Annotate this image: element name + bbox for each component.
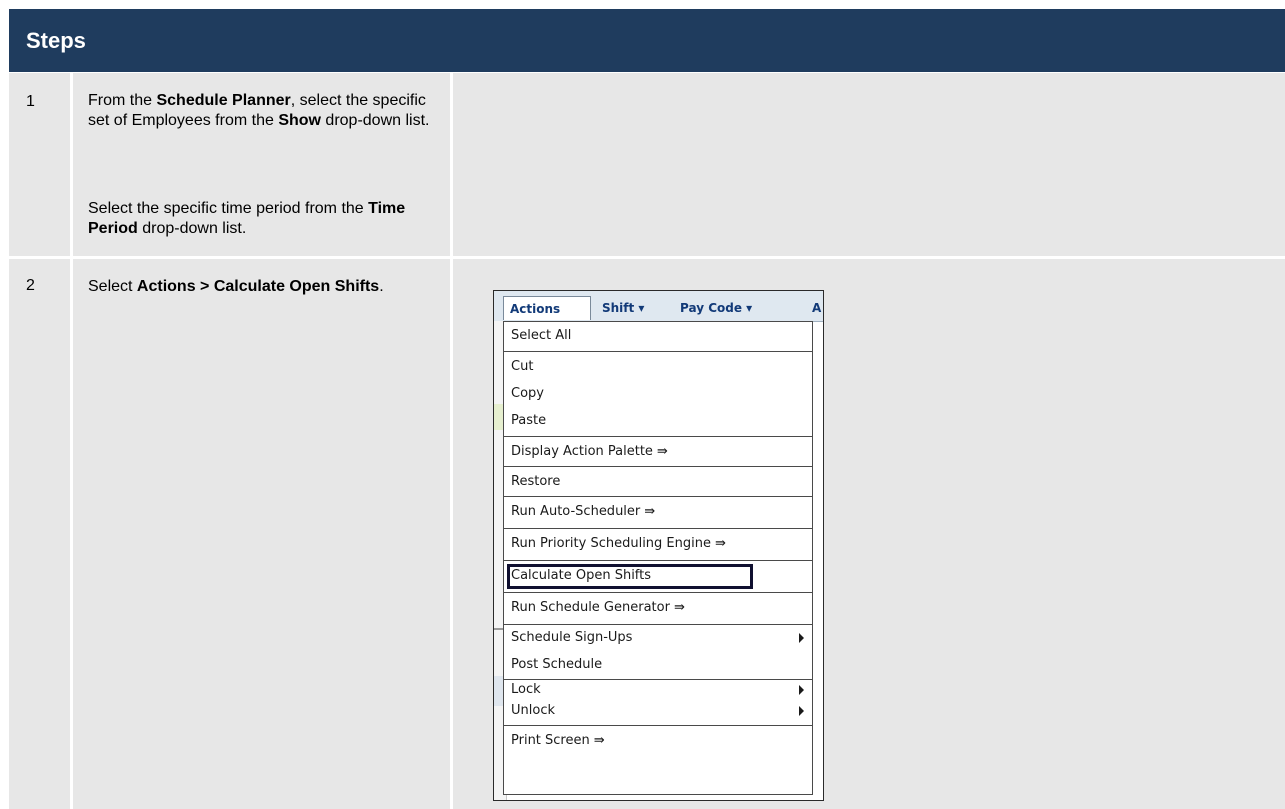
- body-text: .: [379, 278, 384, 295]
- body-text: Select: [88, 278, 137, 295]
- steps-table: Steps 1 From the Schedule Planner, selec…: [9, 9, 1285, 809]
- menu-separator: [504, 466, 812, 467]
- menu-item-copy[interactable]: Copy: [504, 380, 812, 408]
- menu-separator: [504, 560, 812, 561]
- menu-separator: [504, 351, 812, 352]
- menu-separator: [504, 725, 812, 726]
- menu-item-restore[interactable]: Restore: [504, 468, 812, 496]
- menu-item-cut[interactable]: Cut: [504, 353, 812, 381]
- menu-item-select-all[interactable]: Select All: [504, 322, 812, 350]
- steps-header-title: Steps: [26, 28, 86, 53]
- step-2-number-cell: 2: [9, 259, 70, 809]
- menu-item-run-schedule-generator[interactable]: Run Schedule Generator ⇛: [504, 594, 812, 622]
- actions-dropdown: Select All Cut Copy Paste Display Action…: [503, 321, 813, 795]
- menu-item-lock-label: Lock: [511, 682, 541, 697]
- menu-item-run-auto-scheduler[interactable]: Run Auto-Scheduler ⇛: [504, 498, 812, 526]
- body-text: From the: [88, 92, 157, 109]
- menu-item-calculate-open-shifts[interactable]: Calculate Open Shifts: [504, 562, 812, 590]
- step-1-number-cell: 1: [9, 73, 70, 256]
- step-2-text-cell: Select Actions > Calculate Open Shifts.: [73, 259, 450, 809]
- step-1-paragraph-2: Select the specific time period from the…: [88, 199, 438, 239]
- actions-menu-screenshot: Actions Shift ▾ Pay Code ▾ A Select All …: [493, 290, 824, 801]
- menu-item-unlock-label: Unlock: [511, 703, 555, 718]
- tab-actions[interactable]: Actions: [503, 296, 591, 320]
- menu-separator: [504, 592, 812, 593]
- submenu-arrow-icon: [799, 706, 804, 716]
- highlight-box: [507, 564, 753, 589]
- menu-item-run-priority-scheduling-engine[interactable]: Run Priority Scheduling Engine ⇛: [504, 530, 812, 558]
- menu-item-paste[interactable]: Paste: [504, 407, 812, 435]
- tab-truncated[interactable]: A: [812, 296, 821, 320]
- submenu-arrow-icon: [799, 633, 804, 643]
- menu-item-schedule-sign-ups[interactable]: Schedule Sign-Ups: [504, 624, 812, 652]
- step-1-number: 1: [26, 93, 35, 110]
- emphasis-text: Actions > Calculate Open Shifts: [136, 278, 380, 295]
- menu-item-schedule-sign-ups-label: Schedule Sign-Ups: [511, 630, 633, 645]
- step-2-paragraph-1: Select Actions > Calculate Open Shifts.: [88, 277, 438, 297]
- emphasis-text: Show: [278, 112, 321, 129]
- menu-item-unlock[interactable]: Unlock: [504, 699, 812, 723]
- step-2-number: 2: [26, 277, 35, 294]
- emphasis-text: Schedule Planner: [156, 92, 291, 109]
- step-1-image-cell: [453, 73, 1285, 256]
- step-1-paragraph-1: From the Schedule Planner, select the sp…: [88, 91, 438, 131]
- steps-header: Steps: [9, 9, 1285, 72]
- body-text: Select the specific time period from the: [88, 200, 369, 217]
- menu-separator: [504, 496, 812, 497]
- body-text: drop-down list.: [320, 112, 430, 129]
- tab-shift[interactable]: Shift ▾: [602, 296, 644, 320]
- menu-item-print-screen[interactable]: Print Screen ⇛: [504, 727, 812, 755]
- submenu-arrow-icon: [799, 685, 804, 695]
- step-1-text-cell: From the Schedule Planner, select the sp…: [73, 73, 450, 256]
- tab-pay-code[interactable]: Pay Code ▾: [680, 296, 752, 320]
- menu-bar: Actions Shift ▾ Pay Code ▾ A: [494, 291, 823, 322]
- menu-item-post-schedule[interactable]: Post Schedule: [504, 651, 812, 679]
- menu-separator: [504, 436, 812, 437]
- body-text: drop-down list.: [137, 220, 247, 237]
- menu-item-display-action-palette[interactable]: Display Action Palette ⇛: [504, 438, 812, 466]
- menu-separator: [504, 528, 812, 529]
- step-2-image-cell: Actions Shift ▾ Pay Code ▾ A Select All …: [453, 259, 1285, 809]
